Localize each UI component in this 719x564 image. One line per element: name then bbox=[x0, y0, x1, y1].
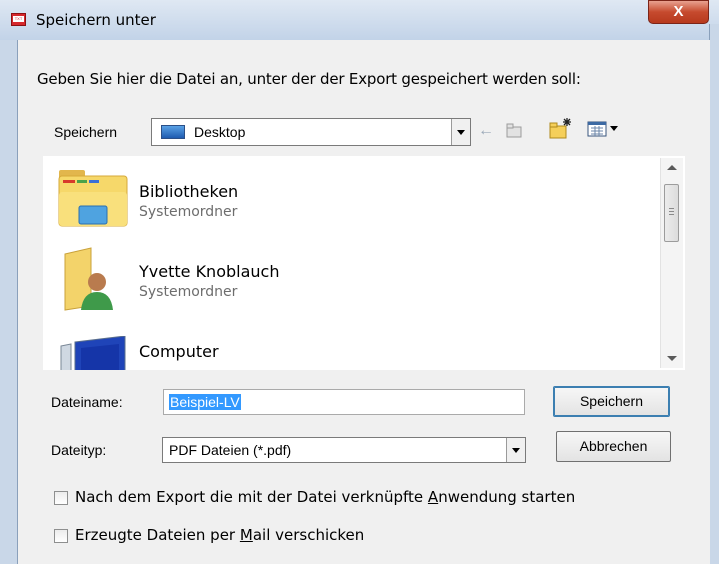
file-list[interactable]: Bibliotheken Systemordner Yvette Knoblau… bbox=[43, 156, 685, 370]
save-in-label: Speichern bbox=[54, 124, 118, 140]
filetype-dropdown[interactable]: PDF Dateien (*.pdf) bbox=[162, 437, 526, 463]
window-frame-right bbox=[709, 24, 719, 564]
filetype-label: Dateityp: bbox=[51, 442, 107, 458]
save-in-value: Desktop bbox=[194, 124, 246, 140]
close-button[interactable]: X bbox=[648, 0, 709, 24]
save-button[interactable]: Speichern bbox=[553, 386, 670, 417]
file-type: Systemordner bbox=[139, 204, 238, 220]
send-mail-checkbox[interactable] bbox=[54, 529, 68, 543]
file-type: Systemordner bbox=[139, 284, 238, 300]
chevron-down-icon[interactable] bbox=[506, 438, 525, 462]
filetype-value: PDF Dateien (*.pdf) bbox=[169, 442, 292, 458]
new-folder-icon[interactable] bbox=[548, 116, 574, 140]
app-icon: TXT bbox=[11, 13, 26, 26]
back-arrow-icon[interactable]: ← bbox=[478, 121, 494, 141]
scrollbar-thumb[interactable] bbox=[664, 184, 679, 242]
chevron-down-icon[interactable] bbox=[451, 119, 470, 145]
libraries-folder-icon bbox=[58, 170, 128, 227]
file-name: Yvette Knoblauch bbox=[139, 262, 280, 281]
file-name: Computer bbox=[139, 342, 219, 361]
list-item[interactable]: Bibliotheken Systemordner bbox=[43, 156, 643, 236]
window-title: Speichern unter bbox=[36, 11, 156, 29]
close-icon: X bbox=[673, 3, 684, 20]
instruction-text: Geben Sie hier die Datei an, unter der d… bbox=[37, 70, 581, 88]
save-as-dialog: TXT Speichern unter X Geben Sie hier die… bbox=[0, 0, 719, 564]
launch-app-checkbox[interactable] bbox=[54, 491, 68, 505]
filename-input[interactable]: Beispiel-LV bbox=[163, 389, 525, 415]
computer-icon bbox=[60, 336, 126, 370]
save-in-dropdown[interactable]: Desktop bbox=[151, 118, 471, 146]
launch-app-label[interactable]: Nach dem Export die mit der Datei verknü… bbox=[75, 488, 575, 506]
scroll-down-icon[interactable] bbox=[667, 356, 677, 361]
file-list-scrollbar[interactable] bbox=[660, 158, 683, 368]
file-name: Bibliotheken bbox=[139, 182, 239, 201]
list-item[interactable]: Computer bbox=[43, 316, 643, 370]
view-menu-icon[interactable] bbox=[586, 118, 626, 140]
filename-label: Dateiname: bbox=[51, 394, 123, 410]
send-mail-label[interactable]: Erzeugte Dateien per Mail verschicken bbox=[75, 526, 364, 544]
cancel-button[interactable]: Abbrechen bbox=[556, 431, 671, 462]
user-folder-icon bbox=[64, 247, 113, 311]
title-bar[interactable]: TXT Speichern unter X bbox=[0, 0, 719, 40]
list-item[interactable]: Yvette Knoblauch Systemordner bbox=[43, 236, 643, 316]
window-frame-left bbox=[0, 40, 17, 564]
desktop-icon bbox=[161, 125, 185, 139]
up-folder-icon[interactable] bbox=[505, 121, 523, 139]
filename-value: Beispiel-LV bbox=[169, 394, 241, 410]
scroll-up-icon[interactable] bbox=[667, 165, 677, 170]
